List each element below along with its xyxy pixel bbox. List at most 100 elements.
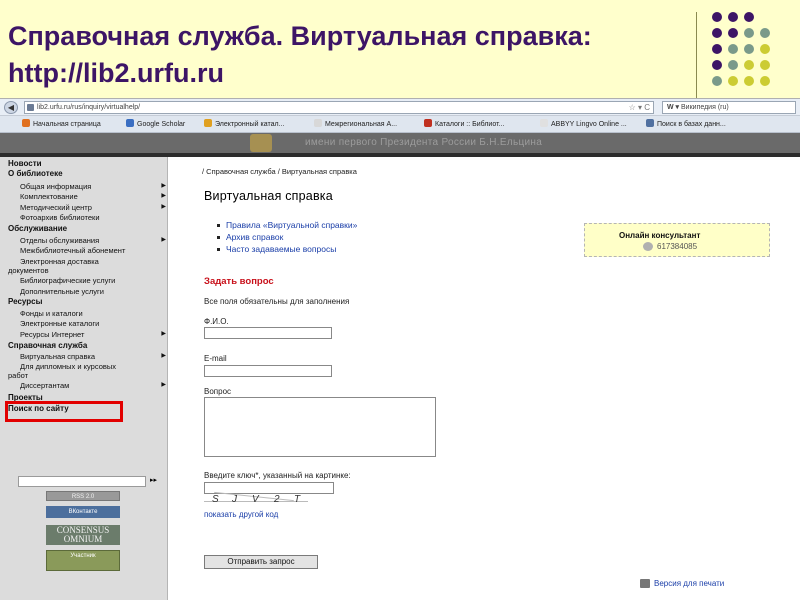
sidebar-item[interactable]: Справочная служба: [0, 341, 168, 350]
question-label: Вопрос: [204, 387, 232, 396]
scholar-icon: [126, 119, 134, 127]
sidebar-item[interactable]: Межбиблиотечный абонемент: [0, 246, 168, 255]
sidebar-item-label: Комплектование: [20, 192, 78, 201]
sidebar-item[interactable]: Комплектование ▶: [0, 192, 168, 201]
sidebar-item[interactable]: Новости: [0, 159, 168, 168]
sidebar-item[interactable]: документов: [0, 266, 168, 275]
bookmark-item[interactable]: ABBYY Lingvo Online ...: [540, 119, 627, 130]
link-faq[interactable]: Часто задаваемые вопросы: [216, 244, 336, 254]
decorative-dot: [744, 76, 754, 86]
reload-icon[interactable]: ☆ ▾ C: [629, 102, 650, 113]
sidebar-item[interactable]: Обслуживание: [0, 224, 168, 233]
captcha-char: S: [212, 494, 219, 505]
decorative-dot: [760, 28, 770, 38]
bookmark-item[interactable]: Поиск в базах данн...: [646, 119, 726, 130]
sidebar-item-label: Виртуальная справка: [20, 352, 96, 361]
back-button[interactable]: ◀: [4, 101, 18, 114]
site-search-input[interactable]: [18, 476, 146, 487]
bookmark-label: Поиск в базах данн...: [657, 121, 726, 128]
consensus-omnium-badge[interactable]: CONSENSUS OMNIUM: [46, 525, 120, 545]
sidebar-item[interactable]: Методический центр ▶: [0, 203, 168, 212]
decorative-dot: [744, 60, 754, 70]
sidebar-item-label: Отделы обслуживания: [20, 236, 100, 245]
submenu-arrow-icon: ▶: [161, 237, 166, 243]
sidebar-item-label: Межбиблиотечный абонемент: [20, 246, 126, 255]
bookmark-item[interactable]: Межрегиональная А...: [314, 119, 397, 130]
print-version-link[interactable]: Версия для печати: [654, 579, 724, 588]
captcha-char: 2: [274, 494, 280, 505]
decorative-dot: [728, 44, 738, 54]
page-icon: [314, 119, 322, 127]
captcha-char: J: [232, 494, 237, 505]
decorative-dot-grid: [712, 12, 792, 92]
globe-icon: [646, 119, 654, 127]
search-input[interactable]: W ▾ Википедия (ru): [662, 101, 796, 114]
vkontakte-badge[interactable]: ВКонтакте: [46, 506, 120, 518]
bookmarks-bar: Начальная страница Google Scholar Электрон…: [0, 116, 800, 133]
sidebar-item[interactable]: Общая информация ▶: [0, 182, 168, 191]
sidebar-item[interactable]: Фотоархив библиотеки: [0, 213, 168, 222]
other-code-link[interactable]: показать другой код: [204, 510, 278, 519]
decorative-dot: [712, 12, 722, 22]
url-text: lib2.urfu.ru/rus/inquiry/virtualhelp/: [37, 104, 141, 111]
search-placeholder: Википедия (ru): [681, 104, 729, 111]
sidebar-item[interactable]: Библиографические услуги: [0, 276, 168, 285]
submenu-arrow-icon: ▶: [161, 382, 166, 388]
member-badge[interactable]: Участник: [46, 550, 120, 571]
lingvo-icon: [540, 119, 548, 127]
link-archive[interactable]: Архив справок: [216, 232, 283, 242]
main-content: / Справочная служба / Виртуальная справк…: [168, 157, 800, 600]
submenu-arrow-icon: ▶: [161, 353, 166, 359]
sidebar-item[interactable]: Для дипломных и курсовых: [0, 362, 168, 371]
sidebar-item-label: О библиотеке: [8, 169, 63, 178]
slide: Справочная служба. Виртуальная справка: …: [0, 0, 800, 600]
slide-title-line2: http://lib2.urfu.ru: [8, 58, 224, 88]
sidebar-item[interactable]: Ресурсы: [0, 297, 168, 306]
link-rules[interactable]: Правила «Виртуальной справки»: [216, 220, 357, 230]
highlight-annotation: [5, 401, 123, 422]
sidebar-item[interactable]: Отделы обслуживания ▶: [0, 236, 168, 245]
bookmark-item[interactable]: Электронный катал...: [204, 119, 284, 130]
sidebar-item-label: Библиографические услуги: [20, 276, 116, 285]
question-textarea[interactable]: [204, 397, 436, 457]
sidebar-item[interactable]: Ресурсы Интернет ▶: [0, 330, 168, 339]
bookmark-item[interactable]: Каталоги :: Библиот...: [424, 119, 504, 130]
decorative-dot: [760, 76, 770, 86]
email-field[interactable]: [204, 365, 332, 377]
sidebar-item[interactable]: Диссертантам ▶: [0, 381, 168, 390]
bookmark-label: Google Scholar: [137, 121, 186, 128]
rss-badge[interactable]: RSS 2.0: [46, 491, 120, 501]
captcha-image: S J V 2 T: [204, 491, 308, 509]
consultant-title: Онлайн консультант: [619, 231, 701, 240]
fio-field[interactable]: [204, 327, 332, 339]
submit-button[interactable]: Отправить запрос: [204, 555, 318, 569]
slide-title: Справочная служба. Виртуальная справка: …: [8, 18, 688, 92]
bookmark-label: Электронный катал...: [215, 121, 285, 128]
sidebar-item[interactable]: Электронная доставка: [0, 257, 168, 266]
url-input[interactable]: lib2.urfu.ru/rus/inquiry/virtualhelp/ ☆ …: [24, 101, 654, 114]
sidebar-item-label: Обслуживание: [8, 224, 68, 233]
bookmark-item[interactable]: Google Scholar: [126, 119, 185, 130]
sidebar-item-label: Ресурсы Интернет: [20, 330, 85, 339]
decorative-dot: [712, 28, 722, 38]
sidebar-item[interactable]: работ: [0, 371, 168, 380]
site-search-button[interactable]: ▸▸: [150, 476, 157, 484]
sidebar-item-label: Электронные каталоги: [20, 319, 100, 328]
bookmark-item[interactable]: Начальная страница: [22, 119, 101, 130]
sidebar-item-label: Дополнительные услуги: [20, 287, 104, 296]
sidebar-item-label: Новости: [8, 159, 42, 168]
submenu-arrow-icon: ▶: [161, 193, 166, 199]
sidebar-item[interactable]: Электронные каталоги: [0, 319, 168, 328]
sidebar-item[interactable]: Фонды и каталоги: [0, 309, 168, 318]
online-consultant-box[interactable]: Онлайн консультант 617384085: [584, 223, 770, 257]
sidebar-item[interactable]: Дополнительные услуги: [0, 287, 168, 296]
sidebar-item-label: Методический центр: [20, 203, 92, 212]
sidebar-item[interactable]: О библиотеке: [0, 169, 168, 178]
decorative-dot: [712, 60, 722, 70]
sidebar-item-label: Ресурсы: [8, 297, 43, 306]
captcha-label: Введите ключ*, указанный на картинке:: [204, 471, 351, 480]
breadcrumb[interactable]: / Справочная служба / Виртуальная справк…: [202, 167, 357, 176]
sidebar-item-label: Электронная доставка: [20, 257, 99, 266]
sidebar-item[interactable]: Виртуальная справка ▶: [0, 352, 168, 361]
captcha-char: V: [252, 494, 259, 505]
